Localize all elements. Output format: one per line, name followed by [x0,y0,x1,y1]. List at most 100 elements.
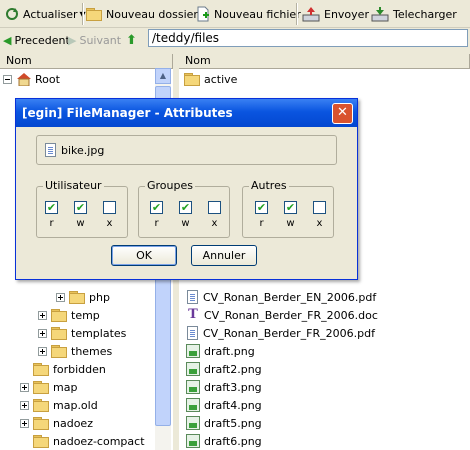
checkbox-label: w [181,218,190,229]
file-row[interactable]: draft.png [186,342,255,360]
tree-item-forbidden[interactable]: forbidden [33,360,106,378]
tree-item-php[interactable]: php [56,288,110,306]
tree-item-label: templates [71,326,127,340]
new-file-button[interactable]: Nouveau fichier [195,4,301,24]
folder-icon [33,381,49,394]
checkbox-group-write[interactable]: ✔ [179,201,192,214]
checkbox-user-execute[interactable] [103,201,116,214]
upload-button[interactable]: Envoyer [302,4,369,24]
permission-group-groups: Groupes ✔ ✔ r w x [138,179,230,238]
file-name: draft4.png [204,398,262,412]
collapse-icon[interactable] [3,74,12,84]
checkbox-group-execute[interactable] [208,201,221,214]
file-row[interactable]: draft5.png [186,414,262,432]
tree-item-label: nadoez-compact [53,434,145,448]
refresh-icon [4,6,20,22]
expand-icon[interactable] [20,418,29,428]
checkbox-label: x [211,218,218,229]
checkbox-others-execute[interactable] [313,201,326,214]
up-button[interactable]: ⬆ [126,30,137,50]
download-label: Telecharger [393,7,457,21]
checkbox-group-read[interactable]: ✔ [150,201,163,214]
expand-icon[interactable] [20,400,29,410]
up-arrow-icon: ⬆ [126,32,137,48]
tree-item-root[interactable]: Root [3,70,60,88]
tree-item-label: map [53,380,78,394]
left-column-header[interactable]: Nom [0,54,173,69]
download-button[interactable]: Telecharger [371,4,457,24]
tree-item-themes[interactable]: themes [38,342,112,360]
expand-icon[interactable] [38,310,47,320]
folder-icon [33,435,49,448]
file-name: bike.jpg [61,143,105,157]
folder-icon [33,417,49,430]
file-row[interactable]: draft3.png [186,378,262,396]
pdf-file-icon [187,326,198,340]
checkbox-user-read[interactable]: ✔ [45,201,58,214]
folder-icon [33,363,49,376]
ok-button[interactable]: OK [111,245,177,266]
download-icon [371,6,389,22]
tree-item-nadoez[interactable]: nadoez [20,414,93,432]
back-button[interactable]: ◀ Precedent [3,30,70,50]
tree-item-label: map.old [53,398,98,412]
tree-item-templates[interactable]: templates [38,324,126,342]
expand-icon[interactable] [38,328,47,338]
expand-icon[interactable] [56,292,65,302]
tree-item-map[interactable]: map [20,378,77,396]
checkbox-others-read[interactable]: ✔ [255,201,268,214]
upload-label: Envoyer [324,7,369,21]
folder-icon [51,345,67,358]
file-row[interactable]: CV_Ronan_Berder_FR_2006.pdf [187,324,375,342]
image-file-icon [186,380,200,394]
checkbox-user-write[interactable]: ✔ [74,201,87,214]
new-folder-icon [86,8,102,21]
checkbox-others-write[interactable]: ✔ [284,201,297,214]
dialog-title-bar[interactable]: [egin] FileManager - Attributes ✕ [16,99,357,127]
tree-item-nadoez-compact[interactable]: nadoez-compact [33,432,145,450]
expand-icon[interactable] [20,382,29,392]
file-row-active[interactable]: active [184,70,237,88]
file-row[interactable]: draft2.png [186,360,262,378]
image-file-icon [186,398,200,412]
tree-item-temp[interactable]: temp [38,306,100,324]
back-label: Precedent [14,33,70,47]
file-name: draft2.png [204,362,262,376]
right-column-header[interactable]: Nom [179,54,470,69]
tree-item-label: nadoez [53,416,93,430]
checkbox-label: w [76,218,85,229]
forward-label: Suivant [79,33,122,47]
expand-icon[interactable] [38,346,47,356]
checkbox-label: r [49,218,54,229]
file-icon [45,143,56,157]
path-input[interactable]: /teddy/files [148,29,468,47]
forward-button[interactable]: ▶ Suivant [68,30,121,50]
file-row[interactable]: draft4.png [186,396,262,414]
image-file-icon [186,344,200,358]
group-title: Utilisateur [43,179,104,192]
dialog-title: [egin] FileManager - Attributes [22,106,233,120]
tree-item-map-old[interactable]: map.old [20,396,98,414]
file-row[interactable]: T CV_Ronan_Berder_FR_2006.doc [186,306,378,324]
group-title: Groupes [145,179,195,192]
new-folder-button[interactable]: Nouveau dossier [86,4,198,24]
close-icon[interactable]: ✕ [332,103,353,124]
file-name: draft5.png [204,416,262,430]
file-row[interactable]: draft6.png [186,432,262,450]
refresh-label: Actualiser [23,7,78,21]
checkbox-label: r [259,218,264,229]
group-title: Autres [249,179,289,192]
file-name: draft6.png [204,434,262,448]
permission-group-user: Utilisateur ✔ ✔ r w x [36,179,128,238]
tree-item-label: Root [35,72,60,86]
checkbox-label: r [154,218,159,229]
scroll-up-icon[interactable]: ▲ [155,68,171,84]
cancel-button[interactable]: Annuler [191,245,257,266]
back-arrow-icon: ◀ [3,33,12,47]
tree-item-label: forbidden [53,362,106,376]
file-row[interactable]: CV_Ronan_Berder_EN_2006.pdf [187,288,376,306]
refresh-button[interactable]: Actualiser ▼ [4,4,86,24]
file-name: CV_Ronan_Berder_EN_2006.pdf [203,290,377,304]
folder-icon [184,73,200,86]
pdf-file-icon [187,290,198,304]
